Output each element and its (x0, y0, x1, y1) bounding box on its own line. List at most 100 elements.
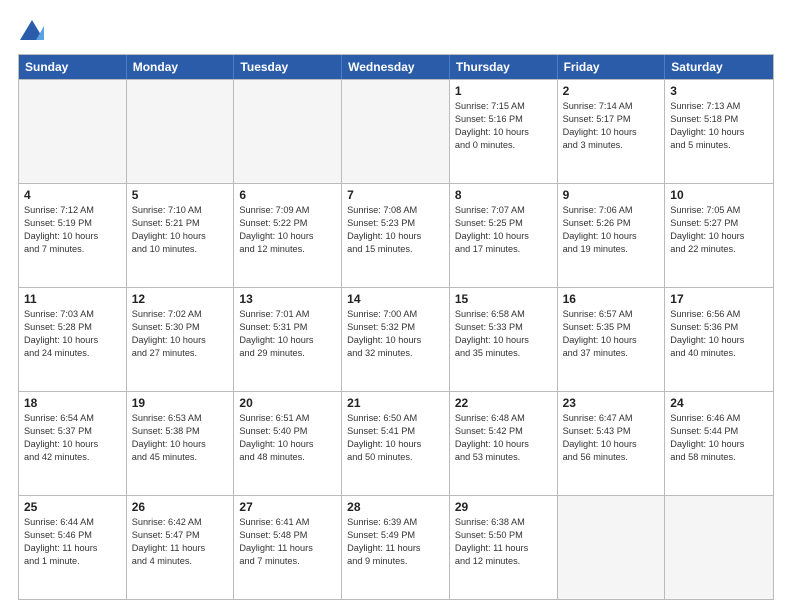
cell-info-line: Sunrise: 6:41 AM (239, 516, 336, 529)
cell-info-line: and 37 minutes. (563, 347, 660, 360)
cell-info-line: Sunrise: 7:15 AM (455, 100, 552, 113)
cell-info-line: Sunrise: 6:39 AM (347, 516, 444, 529)
calendar-cell: 16Sunrise: 6:57 AMSunset: 5:35 PMDayligh… (558, 288, 666, 391)
calendar-cell (234, 80, 342, 183)
day-number: 28 (347, 500, 444, 514)
cell-info-line: Sunset: 5:22 PM (239, 217, 336, 230)
day-number: 13 (239, 292, 336, 306)
day-number: 11 (24, 292, 121, 306)
cell-info-line: Sunset: 5:23 PM (347, 217, 444, 230)
cell-info-line: and 45 minutes. (132, 451, 229, 464)
calendar-row: 18Sunrise: 6:54 AMSunset: 5:37 PMDayligh… (19, 391, 773, 495)
calendar-cell: 21Sunrise: 6:50 AMSunset: 5:41 PMDayligh… (342, 392, 450, 495)
cell-info-line: Daylight: 11 hours (239, 542, 336, 555)
cell-info-line: Sunset: 5:32 PM (347, 321, 444, 334)
calendar: SundayMondayTuesdayWednesdayThursdayFrid… (18, 54, 774, 600)
cell-info-line: Daylight: 10 hours (455, 126, 552, 139)
cell-info-line: Daylight: 10 hours (563, 230, 660, 243)
day-number: 20 (239, 396, 336, 410)
day-number: 24 (670, 396, 768, 410)
cell-info-line: Daylight: 10 hours (563, 334, 660, 347)
cell-info-line: Sunrise: 7:06 AM (563, 204, 660, 217)
cell-info-line: and 19 minutes. (563, 243, 660, 256)
cell-info-line: Sunrise: 7:00 AM (347, 308, 444, 321)
cell-info-line: Sunset: 5:47 PM (132, 529, 229, 542)
cell-info-line: and 17 minutes. (455, 243, 552, 256)
cell-info-line: Sunrise: 7:02 AM (132, 308, 229, 321)
cell-info-line: Sunset: 5:43 PM (563, 425, 660, 438)
day-number: 7 (347, 188, 444, 202)
cell-info-line: and 7 minutes. (24, 243, 121, 256)
cell-info-line: Daylight: 10 hours (563, 438, 660, 451)
cell-info-line: Sunset: 5:48 PM (239, 529, 336, 542)
calendar-cell: 24Sunrise: 6:46 AMSunset: 5:44 PMDayligh… (665, 392, 773, 495)
calendar-cell: 22Sunrise: 6:48 AMSunset: 5:42 PMDayligh… (450, 392, 558, 495)
day-number: 8 (455, 188, 552, 202)
page: SundayMondayTuesdayWednesdayThursdayFrid… (0, 0, 792, 612)
day-number: 27 (239, 500, 336, 514)
cell-info-line: and 27 minutes. (132, 347, 229, 360)
cell-info-line: Daylight: 11 hours (132, 542, 229, 555)
cell-info-line: Daylight: 10 hours (670, 438, 768, 451)
cell-info-line: Sunset: 5:36 PM (670, 321, 768, 334)
calendar-cell: 6Sunrise: 7:09 AMSunset: 5:22 PMDaylight… (234, 184, 342, 287)
cell-info-line: Sunrise: 7:12 AM (24, 204, 121, 217)
day-number: 4 (24, 188, 121, 202)
cell-info-line: and 48 minutes. (239, 451, 336, 464)
calendar-cell: 14Sunrise: 7:00 AMSunset: 5:32 PMDayligh… (342, 288, 450, 391)
day-number: 18 (24, 396, 121, 410)
calendar-cell: 23Sunrise: 6:47 AMSunset: 5:43 PMDayligh… (558, 392, 666, 495)
cell-info-line: Sunset: 5:35 PM (563, 321, 660, 334)
cell-info-line: Daylight: 10 hours (132, 438, 229, 451)
calendar-cell: 4Sunrise: 7:12 AMSunset: 5:19 PMDaylight… (19, 184, 127, 287)
cell-info-line: Daylight: 10 hours (455, 334, 552, 347)
cell-info-line: Sunset: 5:16 PM (455, 113, 552, 126)
cell-info-line: Sunrise: 6:48 AM (455, 412, 552, 425)
cell-info-line: Daylight: 11 hours (455, 542, 552, 555)
day-number: 2 (563, 84, 660, 98)
cell-info-line: Sunset: 5:31 PM (239, 321, 336, 334)
cell-info-line: Sunset: 5:37 PM (24, 425, 121, 438)
weekday-header: Tuesday (234, 55, 342, 79)
day-number: 9 (563, 188, 660, 202)
weekday-header: Sunday (19, 55, 127, 79)
cell-info-line: and 9 minutes. (347, 555, 444, 568)
cell-info-line: Sunrise: 6:46 AM (670, 412, 768, 425)
cell-info-line: and 24 minutes. (24, 347, 121, 360)
cell-info-line: and 12 minutes. (455, 555, 552, 568)
calendar-row: 1Sunrise: 7:15 AMSunset: 5:16 PMDaylight… (19, 79, 773, 183)
cell-info-line: and 53 minutes. (455, 451, 552, 464)
cell-info-line: Daylight: 10 hours (347, 334, 444, 347)
cell-info-line: Sunset: 5:42 PM (455, 425, 552, 438)
cell-info-line: and 1 minute. (24, 555, 121, 568)
calendar-cell: 20Sunrise: 6:51 AMSunset: 5:40 PMDayligh… (234, 392, 342, 495)
cell-info-line: Sunset: 5:49 PM (347, 529, 444, 542)
cell-info-line: Daylight: 10 hours (239, 438, 336, 451)
day-number: 15 (455, 292, 552, 306)
cell-info-line: Daylight: 10 hours (455, 230, 552, 243)
cell-info-line: and 35 minutes. (455, 347, 552, 360)
calendar-row: 11Sunrise: 7:03 AMSunset: 5:28 PMDayligh… (19, 287, 773, 391)
cell-info-line: Sunset: 5:18 PM (670, 113, 768, 126)
day-number: 3 (670, 84, 768, 98)
calendar-cell: 1Sunrise: 7:15 AMSunset: 5:16 PMDaylight… (450, 80, 558, 183)
cell-info-line: and 15 minutes. (347, 243, 444, 256)
cell-info-line: Sunset: 5:28 PM (24, 321, 121, 334)
day-number: 19 (132, 396, 229, 410)
cell-info-line: and 32 minutes. (347, 347, 444, 360)
weekday-header: Wednesday (342, 55, 450, 79)
cell-info-line: Daylight: 10 hours (132, 230, 229, 243)
cell-info-line: and 5 minutes. (670, 139, 768, 152)
cell-info-line: Sunrise: 7:13 AM (670, 100, 768, 113)
cell-info-line: Sunset: 5:41 PM (347, 425, 444, 438)
cell-info-line: Daylight: 10 hours (670, 126, 768, 139)
cell-info-line: Sunrise: 6:51 AM (239, 412, 336, 425)
day-number: 5 (132, 188, 229, 202)
calendar-cell: 5Sunrise: 7:10 AMSunset: 5:21 PMDaylight… (127, 184, 235, 287)
day-number: 12 (132, 292, 229, 306)
calendar-cell: 27 Sunrise: 6:41 AMSunset: 5:48 PMDayligh… (234, 496, 342, 599)
cell-info-line: Sunset: 5:38 PM (132, 425, 229, 438)
day-number: 22 (455, 396, 552, 410)
cell-info-line: Daylight: 10 hours (132, 334, 229, 347)
day-number: 26 (132, 500, 229, 514)
